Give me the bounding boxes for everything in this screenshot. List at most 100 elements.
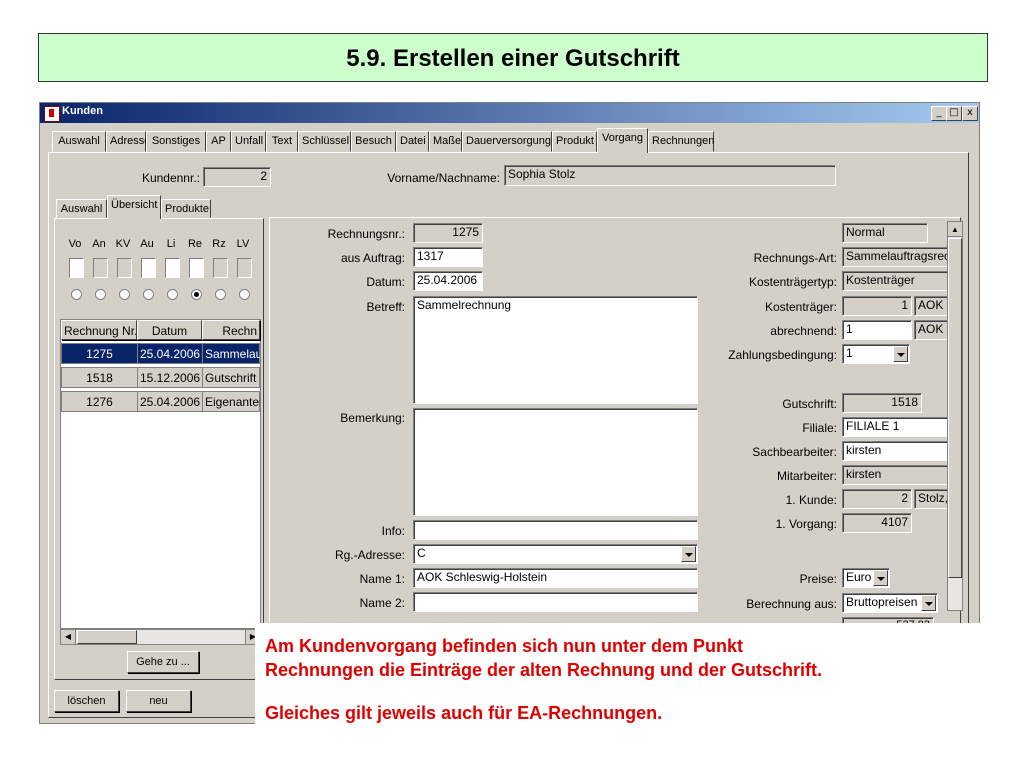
preise-select[interactable]: Euro — [842, 568, 890, 588]
name1-field[interactable]: AOK Schleswig-Holstein — [413, 568, 698, 588]
scroll-left-arrow-icon[interactable]: ◀ — [61, 630, 76, 644]
flag-checkbox-lv[interactable] — [237, 258, 252, 278]
berechnung-label: Berechnung aus: — [746, 597, 837, 611]
app-icon — [44, 106, 60, 122]
flag-radio-re[interactable] — [191, 289, 202, 300]
rechnungsnr-field[interactable]: 1275 — [413, 223, 483, 243]
table-row[interactable]: 1518 15.12.2006 Gutschrift — [61, 367, 261, 388]
subtab-auswahl[interactable]: Auswahl — [56, 199, 107, 218]
gutschrift-field[interactable]: 1518 — [842, 393, 922, 413]
maximize-button[interactable]: □ — [946, 106, 962, 121]
flag-radio-au[interactable] — [143, 289, 154, 300]
tab-text[interactable]: Text — [266, 131, 298, 152]
subtab-produkte[interactable]: Produkte — [161, 199, 211, 218]
gehe-zu-button[interactable]: Gehe zu ... — [127, 651, 199, 673]
table-row[interactable]: 1276 25.04.2006 Eigenantei — [61, 391, 261, 412]
vertical-scrollbar[interactable]: ▲ — [947, 221, 963, 611]
mitarbeiter-field[interactable]: kirsten — [842, 465, 950, 485]
chevron-down-icon[interactable] — [681, 546, 696, 562]
tab-ap[interactable]: AP — [206, 131, 231, 152]
flag-radio-an[interactable] — [95, 289, 106, 300]
auftrag-field[interactable]: 1317 — [413, 247, 483, 267]
minimize-button[interactable]: _ — [931, 106, 947, 121]
kunde-name-field[interactable]: Stolz,S — [914, 489, 950, 509]
info-field[interactable] — [413, 520, 698, 540]
flag-checkbox-re[interactable] — [189, 258, 204, 278]
rgadresse-select[interactable]: C — [413, 544, 698, 564]
datum-label: Datum: — [366, 275, 405, 289]
flag-checkbox-li[interactable] — [165, 258, 180, 278]
filiale-field[interactable]: FILIALE 1 — [842, 417, 950, 437]
berechnung-select[interactable]: Bruttopreisen — [842, 593, 938, 613]
bemerkung-field[interactable] — [413, 408, 698, 516]
tab-besuch[interactable]: Besuch — [351, 131, 396, 152]
zahlung-value: 1 — [846, 346, 853, 360]
name-field[interactable]: Sophia Stolz — [504, 165, 836, 186]
flag-radio-rz[interactable] — [215, 289, 226, 300]
datum-field[interactable]: 25.04.2006 — [413, 271, 483, 291]
zahlung-select[interactable]: 1 — [842, 344, 910, 364]
column-header-nr[interactable]: Rechnung Nr. — [61, 320, 137, 340]
cell-text: Eigenantei — [203, 392, 261, 412]
tab-dauerversorgung[interactable]: Dauerversorgung — [462, 131, 552, 152]
chevron-down-icon[interactable] — [873, 570, 888, 586]
bemerkung-label: Bemerkung: — [340, 411, 405, 425]
tab-datei[interactable]: Datei — [396, 131, 429, 152]
close-button[interactable]: x — [962, 106, 978, 121]
chevron-down-icon[interactable] — [921, 595, 936, 611]
tab-produkt[interactable]: Produkt — [552, 131, 597, 152]
flag-radio-lv[interactable] — [239, 289, 250, 300]
flag-checkbox-rz[interactable] — [213, 258, 228, 278]
tab-maße[interactable]: Maße — [429, 131, 462, 152]
window-titlebar[interactable]: Kunden _ □ x — [40, 103, 979, 123]
auftrag-label: aus Auftrag: — [340, 251, 405, 265]
flag-radio-vo[interactable] — [71, 289, 82, 300]
flag-label-li: Li — [166, 238, 176, 250]
chevron-down-icon[interactable] — [893, 346, 908, 362]
betreff-label: Betreff: — [366, 300, 405, 314]
table-row[interactable]: 1275 25.04.2006 Sammelau — [61, 343, 261, 364]
flag-checkbox-an[interactable] — [93, 258, 108, 278]
betreff-field[interactable]: Sammelrechnung — [413, 296, 698, 404]
column-header-rechn[interactable]: Rechn — [202, 320, 260, 340]
flag-checkbox-kv[interactable] — [117, 258, 132, 278]
tab-sonstiges[interactable]: Sonstiges — [146, 131, 206, 152]
abrechnend-name-field[interactable]: AOK S — [914, 320, 950, 340]
tab-auswahl[interactable]: Auswahl — [52, 131, 106, 152]
abrechnend-field[interactable]: 1 — [842, 320, 912, 340]
kundennr-field[interactable]: 2 — [203, 167, 271, 187]
cell-text: Gutschrift — [203, 368, 261, 388]
flag-label-rz: Rz — [212, 238, 226, 250]
flag-radio-li[interactable] — [167, 289, 178, 300]
status-normal-field[interactable]: Normal — [842, 223, 928, 243]
tab-schlüssel[interactable]: Schlüssel — [298, 131, 351, 152]
ktyp-field[interactable]: Kostenträger — [842, 271, 950, 291]
name2-field[interactable] — [413, 592, 698, 612]
horizontal-scrollbar[interactable]: ◀ ▶ — [60, 629, 261, 645]
tab-vorgang[interactable]: Vorgang — [597, 128, 648, 153]
cell-text: Sammelau — [203, 344, 261, 364]
tab-unfall[interactable]: Unfall — [231, 131, 266, 152]
vorgang-field[interactable]: 4107 — [842, 513, 912, 533]
kunde-field[interactable]: 2 — [842, 489, 912, 509]
scroll-thumb[interactable] — [77, 630, 137, 644]
scroll-up-arrow-icon[interactable]: ▲ — [948, 222, 962, 237]
tab-adresse[interactable]: Adresse — [106, 131, 150, 152]
flag-radio-kv[interactable] — [119, 289, 130, 300]
neu-button[interactable]: neu — [126, 690, 191, 712]
vertical-scroll-thumb[interactable] — [948, 238, 962, 578]
sachbearbeiter-field[interactable]: kirsten — [842, 441, 950, 461]
loeschen-button[interactable]: löschen — [54, 690, 119, 712]
rgadresse-value: C — [417, 546, 426, 560]
art-field[interactable]: Sammelauftragsrech — [842, 247, 950, 267]
ktraeger-name-field[interactable]: AOK S — [914, 296, 950, 316]
ktyp-label: Kostenträgertyp: — [748, 275, 837, 289]
rgadresse-label: Rg.-Adresse: — [334, 548, 405, 562]
flag-checkbox-au[interactable] — [141, 258, 156, 278]
column-header-datum[interactable]: Datum — [137, 320, 202, 340]
ktraeger-field[interactable]: 1 — [842, 296, 912, 316]
tab-rechnungen[interactable]: Rechnungen — [648, 131, 714, 152]
subtab-uebersicht[interactable]: Übersicht — [107, 195, 161, 219]
invoice-list: Rechnung Nr. Datum Rechn 1275 25.04.2006 S… — [60, 319, 261, 629]
flag-checkbox-vo[interactable] — [69, 258, 84, 278]
